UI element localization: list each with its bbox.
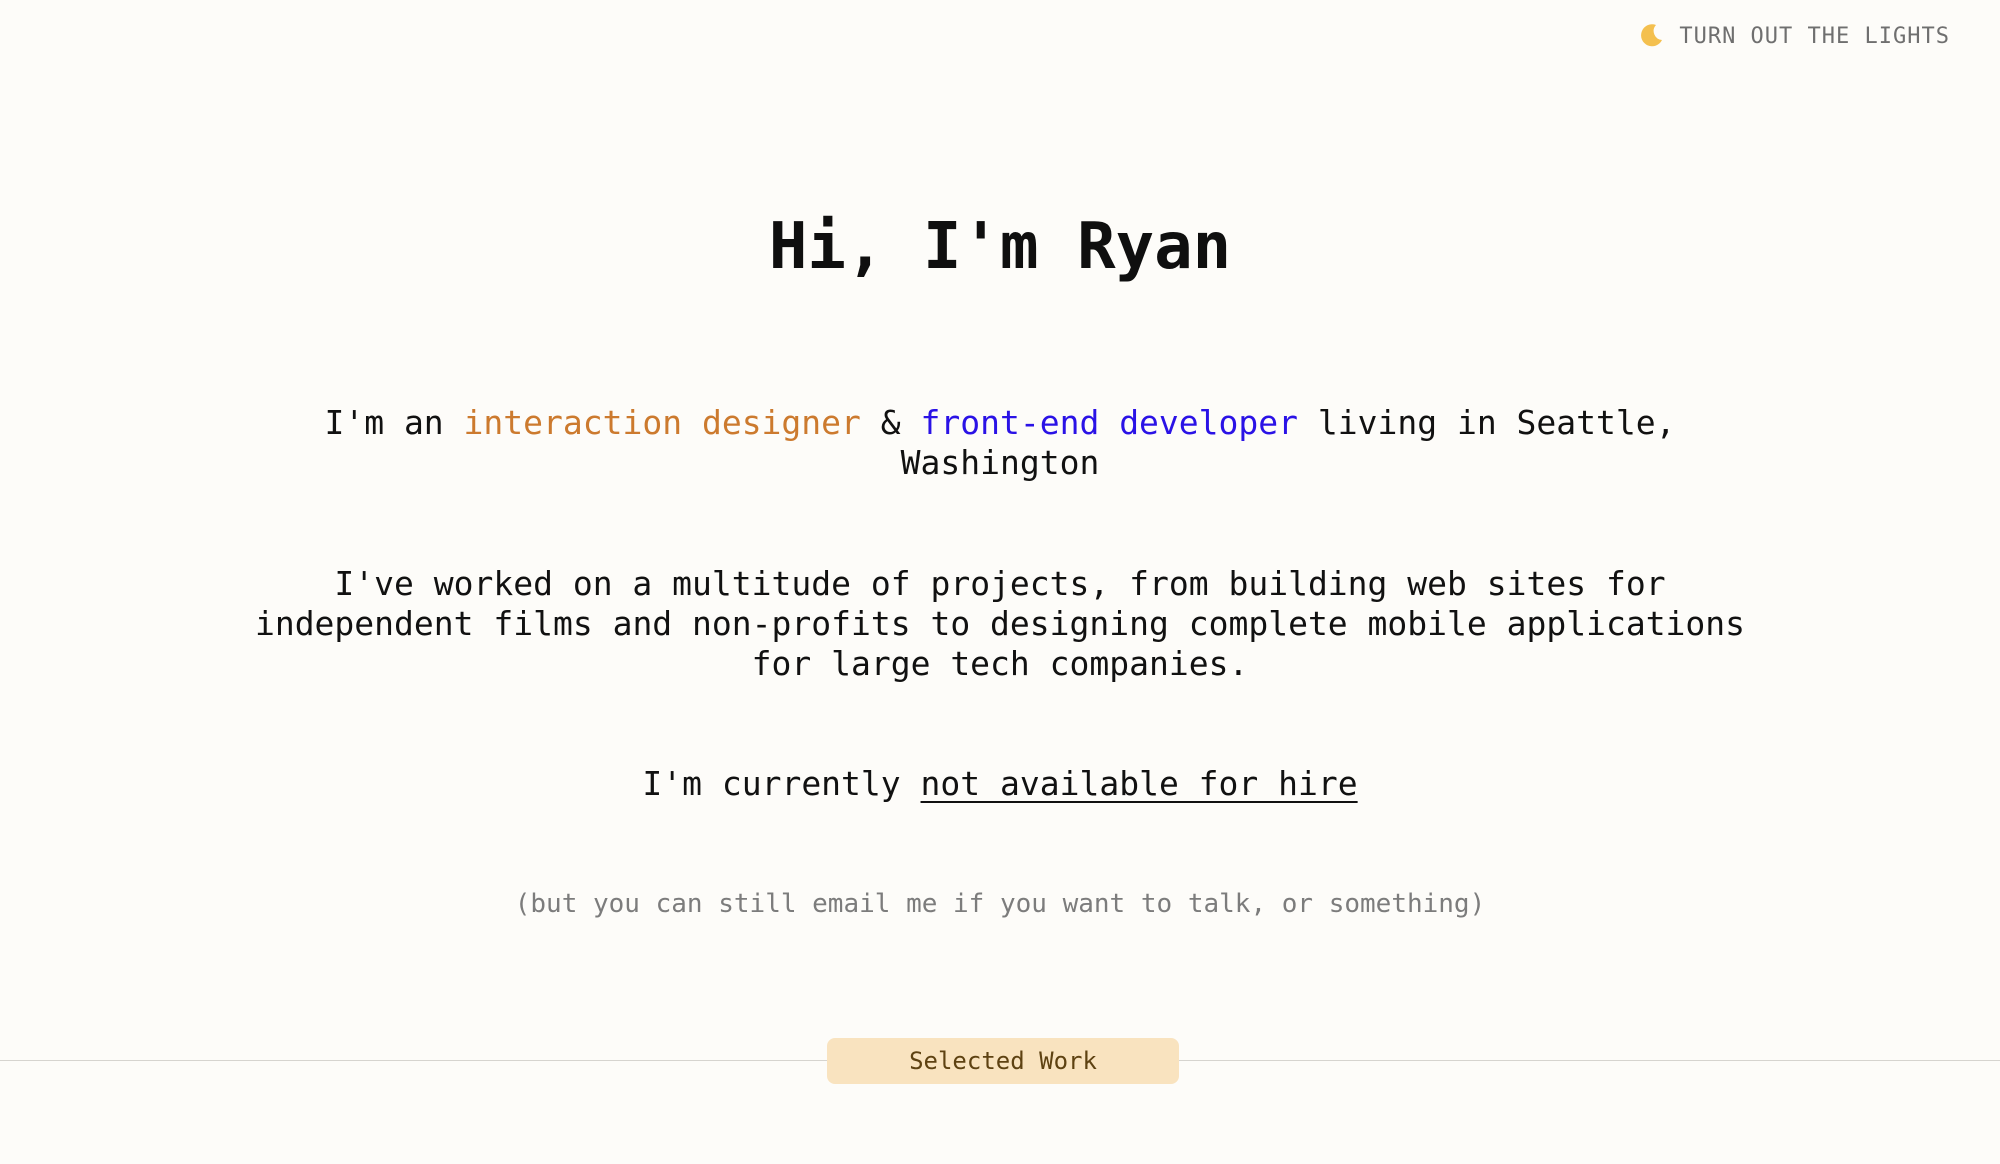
moon-icon: [1637, 22, 1665, 50]
role-interaction-designer: interaction designer: [463, 403, 861, 442]
intro-prefix: I'm an: [324, 403, 464, 442]
selected-work-label: Selected Work: [909, 1047, 1097, 1075]
hire-status-link[interactable]: not available for hire: [921, 764, 1358, 803]
theme-toggle-label: TURN OUT THE LIGHTS: [1679, 23, 1950, 49]
intro-text: I'm an interaction designer & front-end …: [250, 403, 1750, 483]
theme-toggle-button[interactable]: TURN OUT THE LIGHTS: [1637, 22, 1950, 50]
selected-work-tab[interactable]: Selected Work: [827, 1038, 1179, 1084]
hire-status: I'm currently not available for hire: [0, 764, 2000, 804]
role-joiner: &: [860, 403, 921, 442]
page-title: Hi, I'm Ryan: [768, 210, 1232, 284]
role-front-end-developer: front-end developer: [920, 403, 1299, 442]
projects-summary: I've worked on a multitude of projects, …: [254, 564, 1746, 683]
hire-prefix: I'm currently: [642, 764, 921, 803]
email-note: (but you can still email me if you want …: [514, 889, 1486, 919]
